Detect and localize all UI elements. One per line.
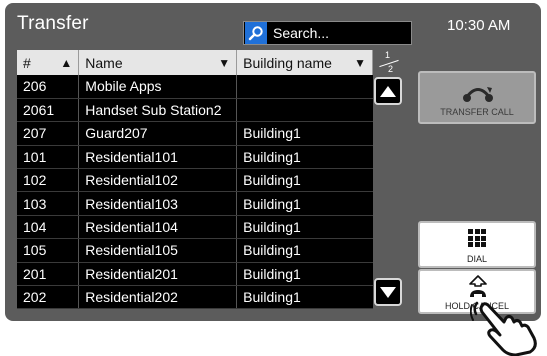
list-item[interactable]: 104 Residential104 Building1 (17, 215, 373, 240)
station-name: Residential105 (78, 238, 237, 263)
dial-button[interactable]: DIAL (418, 221, 536, 268)
station-name: Residential103 (78, 191, 237, 216)
list-item[interactable]: 201 Residential201 Building1 (17, 262, 373, 287)
station-number: 104 (17, 215, 79, 240)
station-number: 105 (17, 238, 79, 263)
keypad-icon (468, 229, 486, 247)
station-name: Mobile Apps (78, 75, 237, 99)
list-item[interactable]: 206 Mobile Apps (17, 75, 373, 99)
transfer-list: # ▲ Name ▼ Building name ▼ 206 Mobile Apps 2… (17, 50, 373, 310)
transfer-call-label: TRANSFER CALL (440, 107, 514, 117)
column-header-number[interactable]: # ▲ (17, 50, 80, 75)
station-number: 2061 (17, 98, 79, 123)
sort-ascending-icon: ▲ (60, 55, 73, 70)
building-name: Building1 (236, 238, 373, 263)
building-name (236, 98, 373, 123)
station-name: Residential201 (78, 262, 237, 287)
list-item[interactable]: 105 Residential105 Building1 (17, 238, 373, 263)
station-name: Residential202 (78, 285, 237, 310)
building-name: Building1 (236, 121, 373, 146)
station-name: Residential101 (78, 145, 237, 170)
transfer-screen: Transfer Search... 10:30 AM # ▲ Name ▼ Bui… (5, 3, 541, 321)
pointing-hand-icon (470, 301, 537, 356)
transfer-call-button[interactable]: TRANSFER CALL (418, 71, 536, 124)
clock: 10:30 AM (447, 17, 511, 34)
station-number: 101 (17, 145, 79, 170)
building-name: Building1 (236, 285, 373, 310)
station-name: Guard207 (78, 121, 237, 146)
station-number: 103 (17, 191, 79, 216)
list-item[interactable]: 103 Residential103 Building1 (17, 191, 373, 216)
building-name: Building1 (236, 168, 373, 193)
list-item[interactable]: 101 Residential101 Building1 (17, 145, 373, 170)
list-item[interactable]: 2061 Handset Sub Station2 (17, 98, 373, 123)
search-icon (245, 22, 267, 44)
triangle-down-icon (380, 286, 396, 298)
page-title: Transfer (17, 13, 89, 34)
transfer-call-icon (463, 87, 493, 102)
building-name: Building1 (236, 262, 373, 287)
building-name: Building1 (236, 145, 373, 170)
column-header-building[interactable]: Building name ▼ (236, 50, 373, 75)
search-input[interactable]: Search... (243, 21, 412, 45)
search-placeholder: Search... (273, 25, 330, 41)
scroll-up-button[interactable] (374, 77, 402, 105)
list-item[interactable]: 202 Residential202 Building1 (17, 285, 373, 310)
sort-descending-icon: ▼ (354, 55, 366, 70)
hold-cancel-icon (469, 275, 487, 297)
page-indicator: 1 2 (376, 50, 402, 78)
station-number: 201 (17, 262, 79, 287)
station-number: 206 (17, 75, 79, 99)
triangle-up-icon (380, 85, 396, 97)
station-number: 102 (17, 168, 79, 193)
total-pages: 2 (388, 64, 394, 74)
station-name: Residential102 (78, 168, 237, 193)
sort-descending-icon: ▼ (218, 55, 231, 70)
station-number: 202 (17, 285, 79, 310)
dial-label: DIAL (466, 254, 487, 264)
station-number: 207 (17, 121, 79, 146)
building-name: Building1 (236, 215, 373, 240)
station-name: Handset Sub Station2 (78, 98, 237, 123)
list-item[interactable]: 207 Guard207 Building1 (17, 121, 373, 146)
current-page: 1 (385, 50, 391, 60)
station-name: Residential104 (78, 215, 237, 240)
column-header-name[interactable]: Name ▼ (78, 50, 238, 75)
scroll-down-button[interactable] (374, 278, 402, 306)
list-item[interactable]: 102 Residential102 Building1 (17, 168, 373, 193)
building-name (236, 75, 373, 99)
building-name: Building1 (236, 191, 373, 216)
